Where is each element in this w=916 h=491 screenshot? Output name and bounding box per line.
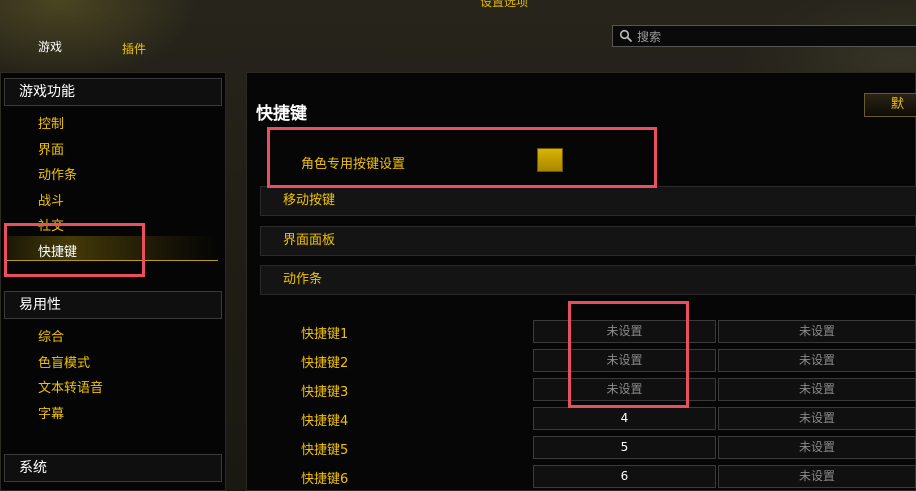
search-icon [619, 29, 633, 43]
binding-label: 快捷键2 [301, 356, 349, 371]
search-box[interactable] [612, 25, 916, 47]
search-input[interactable] [635, 27, 916, 47]
category-game-features[interactable]: 游戏功能 [4, 78, 222, 106]
sidebar-item-controls[interactable]: 控制 [38, 113, 64, 132]
window-title: 设置选项 [480, 0, 529, 9]
sidebar-item-colorblind[interactable]: 色盲模式 [38, 352, 90, 371]
binding-secondary-button[interactable]: 未设置 [718, 436, 916, 459]
selected-item-highlight [4, 236, 218, 261]
sidebar-item-subtitles[interactable]: 字幕 [38, 403, 64, 422]
binding-label: 快捷键3 [301, 385, 349, 400]
sidebar-item-action-bars[interactable]: 动作条 [38, 164, 77, 183]
binding-primary-button[interactable]: 5 [533, 436, 716, 459]
binding-secondary-button[interactable]: 未设置 [718, 378, 916, 401]
binding-primary-button[interactable]: 4 [533, 407, 716, 430]
sidebar-item-combat[interactable]: 战斗 [38, 190, 64, 209]
tab-addons[interactable]: 插件 [122, 40, 146, 57]
sidebar-item-interface[interactable]: 界面 [38, 139, 64, 158]
sidebar-item-social[interactable]: 社交 [38, 215, 64, 234]
binding-label: 快捷键6 [301, 472, 349, 487]
binding-primary-button[interactable]: 未设置 [533, 349, 716, 372]
binding-secondary-button[interactable]: 未设置 [718, 465, 916, 488]
tab-game[interactable]: 游戏 [38, 38, 62, 55]
page-title: 快捷键 [256, 104, 307, 124]
binding-primary-button[interactable]: 6 [533, 465, 716, 488]
binding-secondary-button[interactable]: 未设置 [718, 349, 916, 372]
sidebar [0, 72, 226, 491]
binding-secondary-button[interactable]: 未设置 [718, 407, 916, 430]
binding-secondary-button[interactable]: 未设置 [718, 320, 916, 343]
category-system[interactable]: 系统 [4, 454, 222, 482]
sidebar-item-general[interactable]: 综合 [38, 326, 64, 345]
binding-label: 快捷键1 [301, 327, 349, 342]
binding-primary-button[interactable]: 未设置 [533, 320, 716, 343]
binding-label: 快捷键5 [301, 443, 349, 458]
binding-primary-button[interactable]: 未设置 [533, 378, 716, 401]
sidebar-item-tts[interactable]: 文本转语音 [38, 377, 103, 396]
character-specific-label: 角色专用按键设置 [301, 157, 406, 172]
category-accessibility[interactable]: 易用性 [4, 291, 222, 319]
defaults-button[interactable]: 默 [864, 93, 916, 117]
character-specific-checkbox[interactable] [537, 148, 563, 172]
sidebar-item-keybindings[interactable]: 快捷键 [38, 241, 77, 260]
section-interface-panels[interactable]: 界面面板 [260, 226, 916, 256]
section-movement[interactable]: 移动按键 [260, 186, 916, 216]
binding-label: 快捷键4 [301, 414, 349, 429]
section-action-bars[interactable]: 动作条 [260, 265, 916, 295]
